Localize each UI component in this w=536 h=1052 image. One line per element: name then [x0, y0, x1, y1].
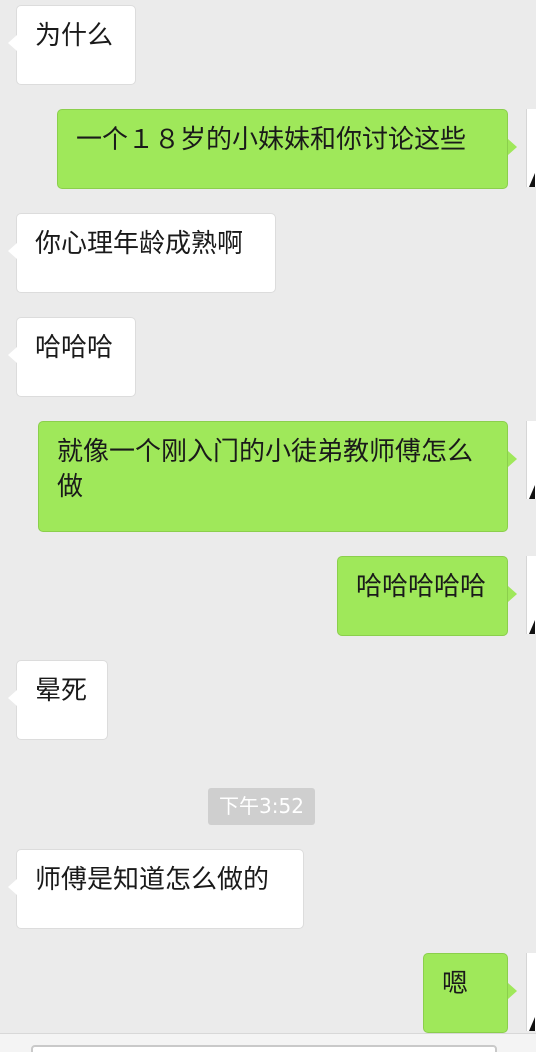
bubble-tail-incoming — [8, 879, 17, 895]
message-text: 为什么 — [35, 21, 114, 51]
message-text: 就像一个刚入门的小徒弟教师傅怎么做 — [57, 437, 474, 502]
message-bubble-incoming[interactable]: 你心理年龄成熟啊 — [16, 213, 276, 293]
user-avatar[interactable] — [526, 953, 536, 1031]
message-bubble-incoming[interactable]: 哈哈哈 — [16, 317, 136, 397]
bubble-tail-outgoing — [508, 586, 517, 602]
chat-conversation: 为什么 一个１８岁的小妹妹和你讨论这些 你心理年龄成熟啊 哈哈哈 就像一个刚入门… — [0, 0, 536, 1052]
message-text: 一个１８岁的小妹妹和你讨论这些 — [76, 125, 467, 155]
message-bubble-incoming[interactable]: 师傅是知道怎么做的 — [16, 849, 304, 929]
message-text: 晕死 — [35, 676, 88, 706]
timestamp-label: 下午3:52 — [208, 788, 315, 825]
message-bubble-incoming[interactable]: 为什么 — [16, 5, 136, 85]
message-text: 哈哈哈哈哈 — [356, 572, 487, 602]
message-input[interactable] — [31, 1045, 497, 1052]
bubble-tail-incoming — [8, 35, 17, 51]
bubble-tail-outgoing — [508, 451, 517, 467]
user-avatar[interactable] — [526, 421, 536, 499]
message-bubble-incoming[interactable]: 晕死 — [16, 660, 108, 740]
message-bubble-outgoing[interactable]: 嗯 — [423, 953, 508, 1033]
bubble-tail-outgoing — [508, 983, 517, 999]
message-bubble-outgoing[interactable]: 就像一个刚入门的小徒弟教师傅怎么做 — [38, 421, 508, 532]
user-avatar[interactable] — [526, 556, 536, 634]
message-text: 嗯 — [442, 969, 469, 999]
bubble-tail-incoming — [8, 690, 17, 706]
bubble-tail-incoming — [8, 243, 17, 259]
message-text: 你心理年龄成熟啊 — [35, 229, 244, 259]
message-bubble-outgoing[interactable]: 一个１８岁的小妹妹和你讨论这些 — [57, 109, 508, 189]
bubble-tail-outgoing — [508, 139, 517, 155]
message-bubble-outgoing[interactable]: 哈哈哈哈哈 — [337, 556, 508, 636]
bubble-tail-incoming — [8, 347, 17, 363]
message-text: 哈哈哈 — [35, 333, 114, 363]
message-text: 师傅是知道怎么做的 — [35, 865, 270, 895]
user-avatar[interactable] — [526, 109, 536, 187]
